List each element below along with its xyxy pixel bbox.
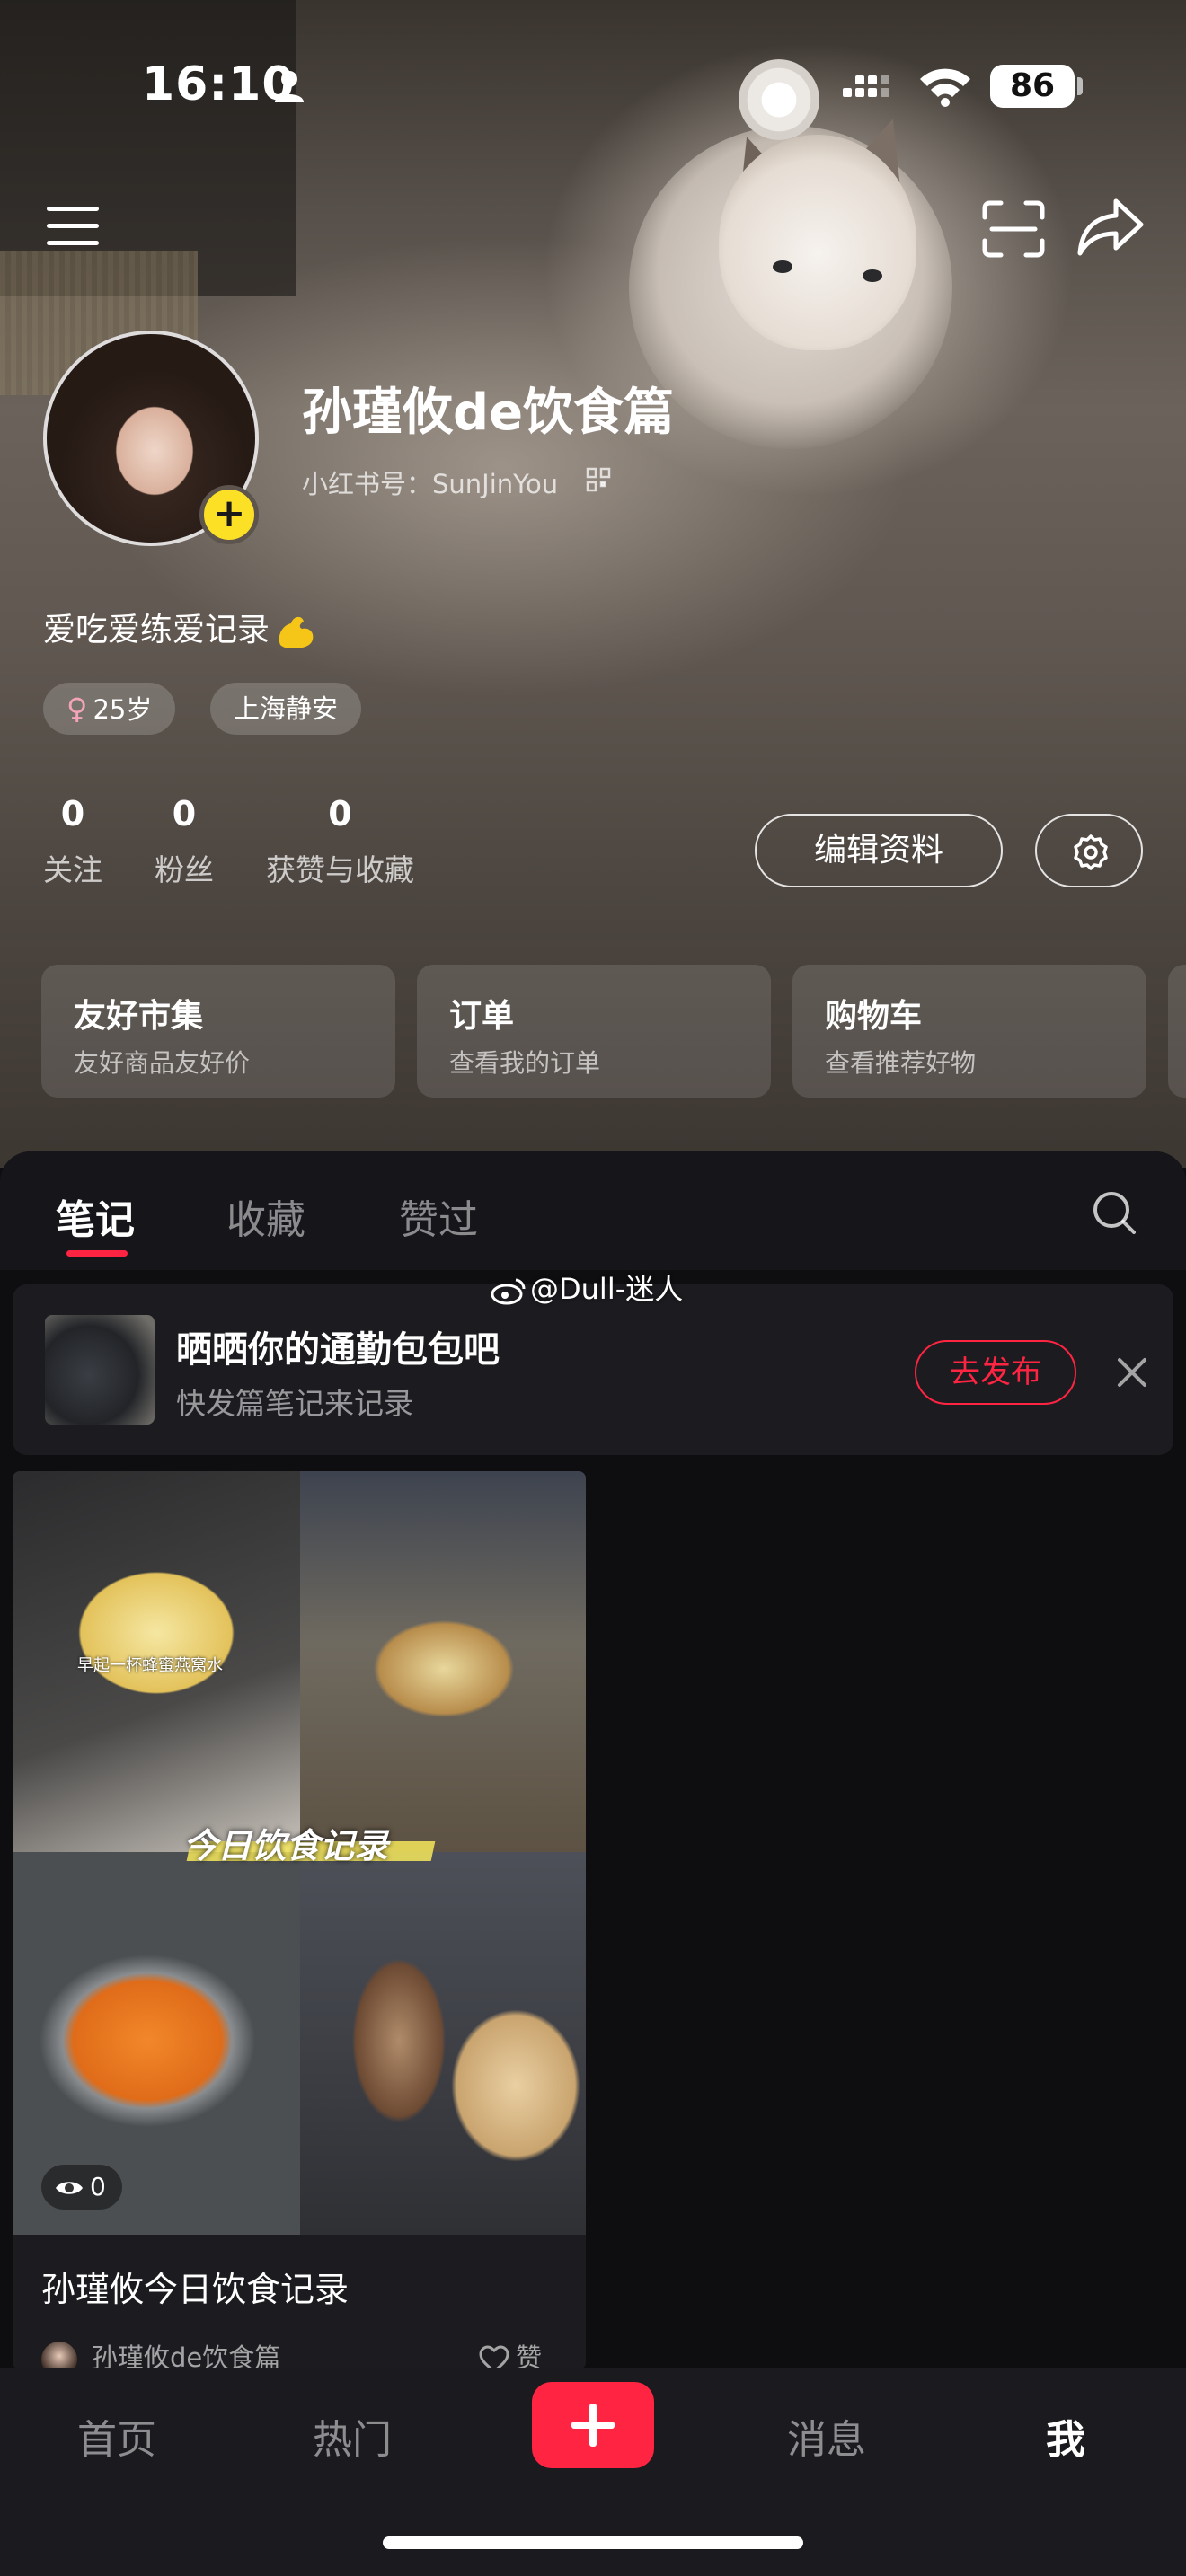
profile-bio-text: 爱吃爱练爱记录: [43, 612, 270, 648]
cover-banner-text: 今日饮食记录: [183, 1826, 389, 1866]
note-title: 孙瑾攸今日饮食记录: [41, 2270, 350, 2309]
author-avatar: [41, 2342, 77, 2369]
search-icon[interactable]: [1091, 1189, 1137, 1236]
note-author-name: 孙瑾攸de饮食篇: [92, 2342, 281, 2369]
scan-icon[interactable]: [981, 199, 1046, 259]
location-tag: 上海静安: [210, 683, 362, 735]
tab-liked[interactable]: 赞过: [399, 1187, 478, 1245]
stat-fans-value: 0: [172, 794, 197, 834]
profile-nickname: 孙瑾攸de饮食篇: [302, 384, 675, 442]
card-title: 购物车: [825, 998, 923, 1035]
view-count: 0: [90, 2172, 106, 2201]
card-cart[interactable]: 购物车 查看推荐好物: [792, 965, 1146, 1098]
nav-home[interactable]: 首页: [77, 2407, 156, 2465]
note-card[interactable]: 早起一杯蜂蜜燕窝水 今日饮食记录 0 孙瑾攸今日饮食记录 孙瑾攸de饮食篇 赞: [13, 1471, 586, 2369]
watermark: @Dull-迷人: [491, 1266, 683, 1308]
card-subtitle: 查看推荐好物: [825, 1048, 977, 1078]
nav-me[interactable]: 我: [1046, 2407, 1085, 2465]
weibo-icon: [491, 1278, 526, 1305]
card-next-peek[interactable]: [1168, 965, 1186, 1098]
stat-fans[interactable]: 0 粉丝: [155, 794, 214, 889]
female-icon: ♀: [66, 692, 88, 726]
person-icon: [275, 71, 304, 102]
tab-notes[interactable]: 笔记: [56, 1187, 135, 1245]
promo-subtitle: 快发篇笔记来记录: [176, 1386, 413, 1421]
note-author: 孙瑾攸de饮食篇: [41, 2337, 280, 2369]
card-title: 订单: [449, 998, 515, 1035]
nav-messages[interactable]: 消息: [787, 2407, 866, 2465]
card-market[interactable]: 友好市集 友好商品友好价: [41, 965, 395, 1098]
background-cat-eye: [773, 260, 792, 273]
status-bar: 16:10 86: [0, 0, 1186, 171]
note-like-button[interactable]: 赞: [478, 2337, 542, 2369]
menu-icon[interactable]: [45, 203, 102, 250]
watermark-text: @Dull-迷人: [530, 1272, 684, 1306]
profile-bio: 爱吃爱练爱记录: [43, 604, 316, 650]
plus-icon: [571, 2404, 615, 2447]
cover-photo-coffee: [300, 1852, 586, 2235]
qr-code-icon[interactable]: [586, 467, 611, 492]
stat-following-label: 关注: [43, 852, 102, 887]
card-subtitle: 查看我的订单: [449, 1048, 601, 1078]
wifi-icon: [920, 68, 970, 107]
card-title: 友好市集: [74, 998, 204, 1035]
share-icon[interactable]: [1076, 196, 1145, 259]
signal-icon: [843, 75, 890, 97]
cover-photo-salad: [300, 1471, 586, 1852]
card-orders[interactable]: 订单 查看我的订单: [417, 965, 771, 1098]
eye-icon: [56, 2182, 83, 2194]
note-like-label: 赞: [516, 2342, 543, 2369]
promo-publish-button[interactable]: 去发布: [915, 1340, 1076, 1405]
content-panel: 笔记 收藏 赞过 晒晒你的通勤包包吧 快发篇笔记来记录 去发布 @Dull-迷人…: [0, 1151, 1186, 2576]
bottom-nav: 首页 热门 消息 我: [0, 2368, 1186, 2576]
active-tab-indicator: [66, 1250, 128, 1257]
stat-following[interactable]: 0 关注: [43, 794, 102, 889]
cover-caption-small: 早起一杯蜂蜜燕窝水: [77, 1656, 223, 1675]
promo-banner: 晒晒你的通勤包包吧 快发篇笔记来记录 去发布: [13, 1284, 1173, 1455]
profile-red-id: 小红书号：SunJinYou: [302, 469, 559, 499]
stat-likes-collects[interactable]: 0 获赞与收藏: [266, 794, 414, 889]
battery-cap: [1077, 77, 1083, 95]
battery-level: 86: [990, 65, 1075, 108]
add-avatar-button[interactable]: +: [199, 485, 259, 544]
stat-fans-label: 粉丝: [155, 852, 214, 887]
muscle-emoji-icon: [279, 616, 314, 648]
content-tabs: 笔记 收藏 赞过: [0, 1151, 1186, 1270]
age-tag-text: 25岁: [93, 694, 153, 725]
heart-icon: [479, 2345, 509, 2369]
stat-likes-value: 0: [328, 794, 352, 834]
close-icon[interactable]: [1112, 1353, 1152, 1392]
nav-hot[interactable]: 热门: [313, 2407, 392, 2465]
settings-icon: [1074, 834, 1108, 870]
home-indicator: [383, 2536, 803, 2549]
note-cover-image: 早起一杯蜂蜜燕窝水 今日饮食记录 0: [13, 1471, 586, 2235]
post-button[interactable]: [532, 2382, 654, 2468]
edit-profile-button[interactable]: 编辑资料: [755, 814, 1003, 887]
age-tag: ♀ 25岁: [43, 683, 176, 735]
background-cat-eye: [863, 269, 882, 282]
promo-title: 晒晒你的通勤包包吧: [176, 1329, 500, 1371]
promo-thumbnail: [45, 1315, 155, 1425]
settings-button[interactable]: [1035, 814, 1143, 887]
tab-collections[interactable]: 收藏: [226, 1187, 305, 1245]
stat-following-value: 0: [60, 794, 85, 834]
stat-likes-label: 获赞与收藏: [266, 852, 414, 887]
card-subtitle: 友好商品友好价: [74, 1048, 251, 1078]
view-count-badge: 0: [41, 2165, 122, 2210]
